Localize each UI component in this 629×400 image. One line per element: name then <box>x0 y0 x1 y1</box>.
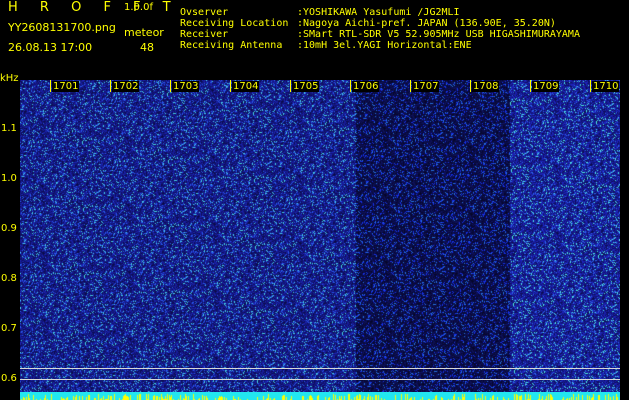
x-tick-label: 1703 <box>172 81 200 92</box>
y-tick-label: 0.7 <box>1 323 17 334</box>
minute-marker <box>470 80 471 92</box>
y-tick-label: 1.0 <box>1 173 17 184</box>
antenna-key: Receiving Antenna <box>180 40 283 51</box>
minute-marker <box>50 80 51 92</box>
observer-key: Ovserver <box>180 7 229 18</box>
signal-level-trace <box>20 392 620 400</box>
x-tick-label: 1702 <box>112 81 140 92</box>
x-tick-label: 1708 <box>472 81 500 92</box>
band-line-upper <box>20 368 620 369</box>
x-tick-label: 1707 <box>412 81 440 92</box>
band-line-lower <box>20 379 620 380</box>
x-tick-label: 1701 <box>52 81 80 92</box>
minute-marker <box>290 80 291 92</box>
x-tick-label: 1709 <box>532 81 560 92</box>
y-tick-label: 0.6 <box>1 373 17 384</box>
spectrogram-waterfall <box>20 80 620 392</box>
x-tick-label: 1705 <box>292 81 320 92</box>
app-version: 1.0.0f <box>124 2 153 13</box>
minute-marker <box>110 80 111 92</box>
location-key: Receiving Location <box>180 18 289 29</box>
minute-marker <box>170 80 171 92</box>
y-tick-label: 0.8 <box>1 273 17 284</box>
minute-marker <box>590 80 591 92</box>
signal-level-strip <box>20 392 620 400</box>
minute-marker <box>350 80 351 92</box>
hrofft-screen: H R O F F T 1.0.0f YY2608131700.png mete… <box>0 0 629 400</box>
meteor-label: meteor <box>124 26 164 39</box>
x-tick-label: 1704 <box>232 81 260 92</box>
frequency-unit-label: kHz <box>0 73 19 84</box>
capture-datetime: 26.08.13 17:00 <box>8 41 93 54</box>
antenna-value: :10mH 3el.YAGI Horizontal:ENE <box>297 40 472 51</box>
app-logo: H R O F F T <box>8 0 180 15</box>
meteor-count: 48 <box>140 41 154 54</box>
minute-marker <box>530 80 531 92</box>
minute-marker <box>410 80 411 92</box>
file-name: YY2608131700.png <box>8 21 116 34</box>
receiver-key: Receiver <box>180 29 229 40</box>
x-tick-label: 1706 <box>352 81 380 92</box>
location-value: :Nagoya Aichi-pref. JAPAN (136.90E, 35.2… <box>297 18 556 29</box>
y-tick-label: 1.1 <box>1 123 17 134</box>
observer-value: :YOSHIKAWA Yasufumi /JG2MLI <box>297 7 460 18</box>
receiver-value: :SMart RTL-SDR V5 52.905MHz USB HIGASHIM… <box>297 29 580 40</box>
x-tick-label: 1710 <box>592 81 620 92</box>
minute-marker <box>230 80 231 92</box>
y-tick-label: 0.9 <box>1 223 17 234</box>
